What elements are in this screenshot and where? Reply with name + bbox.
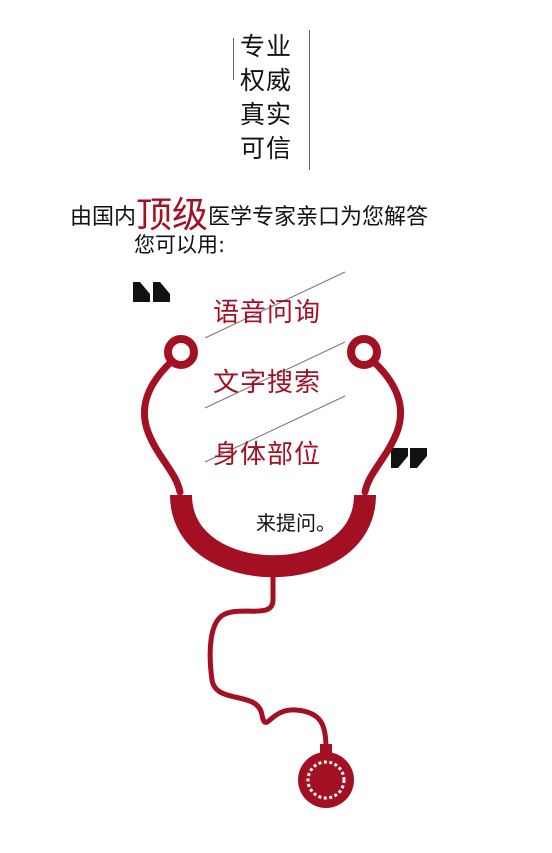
quote-open-icon bbox=[133, 282, 170, 302]
quote-close-icon bbox=[391, 448, 427, 468]
tube-left bbox=[141, 358, 184, 496]
stethoscope-icon bbox=[141, 335, 404, 808]
stethoscope-graphic bbox=[133, 271, 427, 808]
hose bbox=[207, 570, 329, 751]
chestpiece-center bbox=[314, 768, 338, 792]
option-text-search: 文字搜索 bbox=[213, 368, 322, 398]
option-voice-inquiry: 语音问询 bbox=[213, 298, 322, 328]
tube-right bbox=[361, 358, 404, 496]
closing-text: 来提问。 bbox=[256, 511, 336, 535]
option-body-part: 身体部位 bbox=[213, 440, 322, 470]
